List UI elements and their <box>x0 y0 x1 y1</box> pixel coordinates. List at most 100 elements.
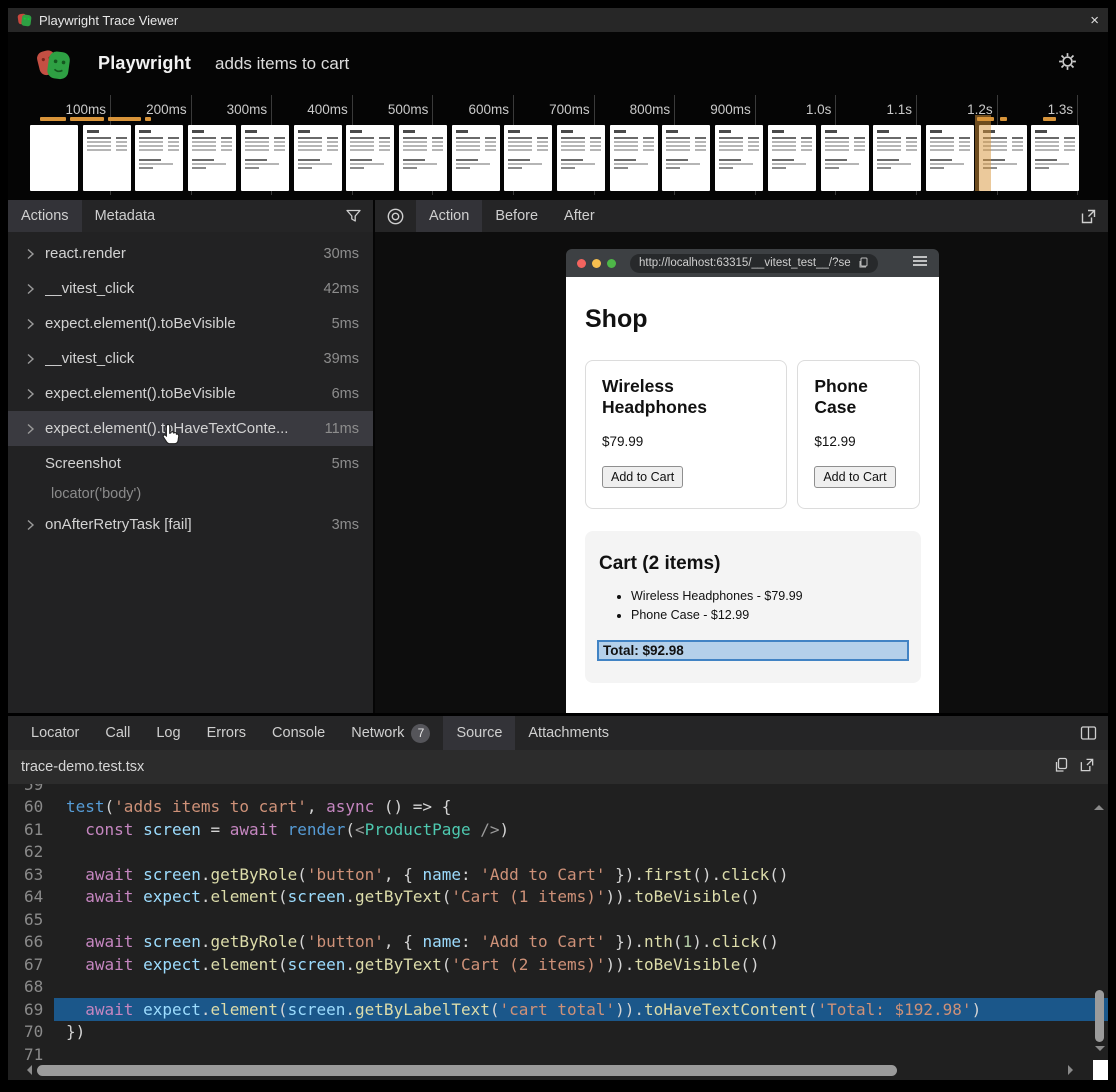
code-line[interactable]: 63 await screen.getByRole('button', { na… <box>8 863 1108 886</box>
timeline-thumbnail[interactable] <box>188 125 236 191</box>
code-line[interactable]: 64 await expect.element(screen.getByText… <box>8 886 1108 909</box>
timeline-thumbnail[interactable] <box>873 125 921 191</box>
hscroll-thumb[interactable] <box>37 1065 897 1076</box>
tab-network[interactable]: Network7 <box>338 716 443 750</box>
tab-console[interactable]: Console <box>259 716 338 750</box>
open-snapshot-button[interactable] <box>1069 200 1108 232</box>
sidebar-tabs: Actions Metadata <box>8 200 168 232</box>
tab-log[interactable]: Log <box>143 716 193 750</box>
timeline-thumbnail[interactable] <box>768 125 816 191</box>
scroll-right-icon[interactable] <box>1068 1065 1078 1075</box>
tab-after[interactable]: After <box>551 200 608 232</box>
action-row[interactable]: __vitest_click42ms <box>8 271 373 306</box>
timeline-thumbnail[interactable] <box>926 125 974 191</box>
hand-cursor-icon <box>160 422 182 446</box>
code-line[interactable]: 66 await screen.getByRole('button', { na… <box>8 931 1108 954</box>
timeline-thumbnail[interactable] <box>294 125 342 191</box>
timeline-thumbnail[interactable] <box>241 125 289 191</box>
timeline-thumbnail[interactable] <box>452 125 500 191</box>
open-source-button[interactable] <box>1079 757 1095 778</box>
action-row[interactable]: Screenshot5ms <box>8 446 373 481</box>
action-row[interactable]: react.render30ms <box>8 236 373 271</box>
action-duration: 39ms <box>324 351 359 367</box>
tab-errors[interactable]: Errors <box>194 716 259 750</box>
filter-button[interactable] <box>334 200 373 232</box>
code-line[interactable]: 62 <box>8 841 1108 864</box>
timeline-thumbnail[interactable] <box>83 125 131 191</box>
tab-metadata[interactable]: Metadata <box>82 200 168 232</box>
workbench: ActionsMetadata react.render30ms__vitest… <box>8 195 1108 713</box>
vscroll-thumb[interactable] <box>1095 990 1104 1042</box>
code-line[interactable]: 68 <box>8 976 1108 999</box>
tab-attachments[interactable]: Attachments <box>515 716 622 750</box>
horizontal-scrollbar[interactable] <box>22 1063 1078 1077</box>
timeline-thumbnail[interactable] <box>30 125 78 191</box>
action-row[interactable]: expect.element().toHaveTextConte...11ms <box>8 411 373 446</box>
address-bar[interactable]: http://localhost:63315/__vitest_test__/?… <box>630 254 878 273</box>
scroll-down-icon[interactable] <box>1095 1046 1105 1056</box>
network-count-badge: 7 <box>411 724 430 743</box>
timeline-thumbnail[interactable] <box>346 125 394 191</box>
tab-call[interactable]: Call <box>92 716 143 750</box>
code-line[interactable]: 65 <box>8 908 1108 931</box>
code-editor[interactable]: 5960test('adds items to cart', async () … <box>8 784 1108 1080</box>
vertical-scrollbar[interactable] <box>1094 786 1106 1056</box>
close-icon[interactable]: × <box>1090 13 1099 28</box>
timeline-thumbnail[interactable] <box>821 125 869 191</box>
code-line[interactable]: 67 await expect.element(screen.getByText… <box>8 953 1108 976</box>
timeline-action-bar[interactable] <box>40 117 66 121</box>
tab-actions[interactable]: Actions <box>8 200 82 232</box>
timeline[interactable]: 100ms200ms300ms400ms500ms600ms700ms800ms… <box>8 95 1108 195</box>
scroll-up-icon[interactable] <box>1094 784 1104 810</box>
code-text <box>54 976 1108 999</box>
copy-source-button[interactable] <box>1054 757 1069 778</box>
line-number: 65 <box>8 910 54 929</box>
timeline-thumbnail[interactable] <box>504 125 552 191</box>
timeline-thumbnail[interactable] <box>715 125 763 191</box>
line-number: 60 <box>8 797 54 816</box>
settings-button[interactable] <box>1057 51 1078 77</box>
timeline-thumbnail[interactable] <box>662 125 710 191</box>
code-line[interactable]: 59 <box>8 784 1108 796</box>
code-line[interactable]: 61 const screen = await render(<ProductP… <box>8 818 1108 841</box>
code-line[interactable]: 69 await expect.element(screen.getByLabe… <box>8 998 1108 1021</box>
timeline-thumbnail[interactable] <box>135 125 183 191</box>
tab-action[interactable]: Action <box>416 200 482 232</box>
action-row[interactable]: expect.element().toBeVisible5ms <box>8 306 373 341</box>
actions-sidebar: ActionsMetadata react.render30ms__vitest… <box>8 200 375 713</box>
timeline-action-bar[interactable] <box>145 117 151 121</box>
sidebar-tabbar: Actions Metadata <box>8 200 373 232</box>
code-text: const screen = await render(<ProductPage… <box>54 818 1108 841</box>
action-duration: 6ms <box>332 386 359 402</box>
scroll-left-icon[interactable] <box>22 1065 32 1075</box>
timeline-thumbnail[interactable] <box>399 125 447 191</box>
tab-label: Actions <box>21 208 69 224</box>
product-card: Wireless Headphones $79.99 Add to Cart <box>585 360 787 509</box>
source-filename: trace-demo.test.tsx <box>21 759 1044 775</box>
add-to-cart-button[interactable]: Add to Cart <box>814 466 895 488</box>
toggle-layout-button[interactable] <box>1069 716 1108 750</box>
target-icon <box>386 207 405 226</box>
add-to-cart-button[interactable]: Add to Cart <box>602 466 683 488</box>
code-line[interactable]: 70}) <box>8 1021 1108 1044</box>
tab-label: After <box>564 208 595 224</box>
timeline-thumbnail[interactable] <box>610 125 658 191</box>
tab-before[interactable]: Before <box>482 200 551 232</box>
action-row[interactable]: expect.element().toBeVisible6ms <box>8 376 373 411</box>
timeline-thumbnail[interactable] <box>1031 125 1079 191</box>
tab-locator[interactable]: Locator <box>18 716 92 750</box>
copy-url-icon[interactable] <box>858 257 869 269</box>
timeline-action-bar[interactable] <box>1000 117 1007 121</box>
timeline-action-bar[interactable] <box>108 117 141 121</box>
timeline-action-bar[interactable] <box>70 117 104 121</box>
timeline-action-bar[interactable] <box>1043 117 1056 121</box>
cart-item: Wireless Headphones - $79.99 <box>631 587 909 606</box>
timeline-thumbnail[interactable] <box>557 125 605 191</box>
tab-source[interactable]: Source <box>443 716 515 750</box>
action-row[interactable]: onAfterRetryTask [fail]3ms <box>8 507 373 542</box>
action-row[interactable]: __vitest_click39ms <box>8 341 373 376</box>
bottom-tabs: LocatorCallLogErrorsConsoleNetwork7Sourc… <box>18 716 622 750</box>
menu-icon[interactable] <box>912 254 928 272</box>
code-line[interactable]: 60test('adds items to cart', async () =>… <box>8 796 1108 819</box>
pick-locator-button[interactable] <box>375 200 416 232</box>
